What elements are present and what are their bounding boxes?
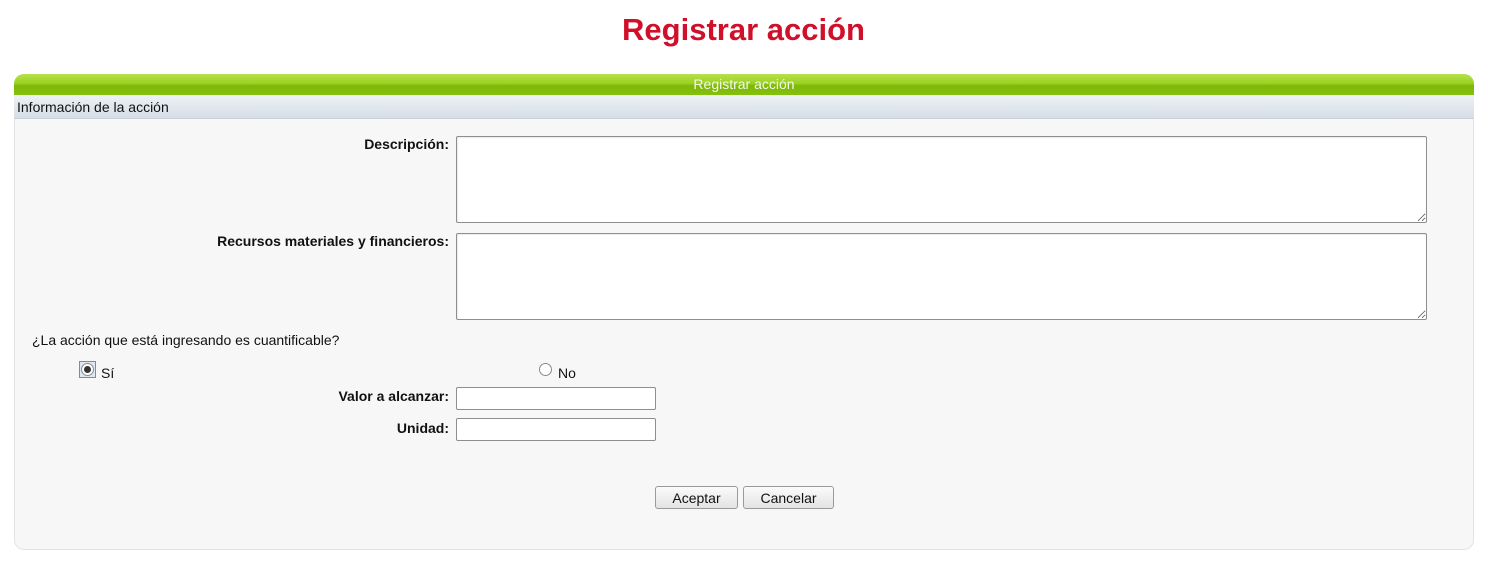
radio-si[interactable] — [81, 363, 94, 376]
cancelar-button[interactable]: Cancelar — [743, 486, 834, 509]
radio-si-label[interactable]: Sí — [101, 365, 114, 381]
recursos-label: Recursos materiales y financieros: — [217, 233, 449, 249]
page-title: Registrar acción — [622, 12, 865, 47]
cuantificable-question: ¿La acción que está ingresando es cuanti… — [32, 332, 340, 348]
unidad-label: Unidad: — [396, 420, 449, 436]
panel-header: Registrar acción — [14, 74, 1474, 95]
radio-no-label[interactable]: No — [558, 365, 576, 381]
form-panel: Registrar acción Información de la acció… — [14, 74, 1474, 550]
unidad-input[interactable] — [456, 418, 656, 441]
recursos-textarea[interactable] — [456, 233, 1427, 320]
radio-no[interactable] — [539, 363, 552, 376]
descripcion-label: Descripción: — [364, 136, 449, 152]
section-bar: Información de la acción — [14, 95, 1474, 119]
aceptar-button[interactable]: Aceptar — [655, 486, 738, 509]
descripcion-textarea[interactable] — [456, 136, 1427, 223]
valor-input[interactable] — [456, 387, 656, 410]
valor-label: Valor a alcanzar: — [338, 388, 449, 404]
section-title: Información de la acción — [17, 99, 169, 115]
